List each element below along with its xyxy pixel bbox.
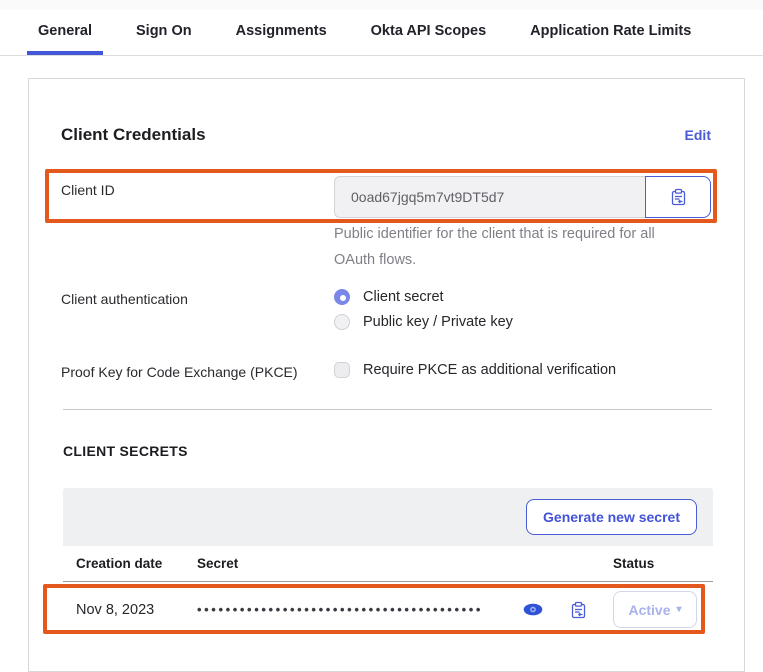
generate-new-secret-button[interactable]: Generate new secret xyxy=(526,499,697,535)
tab-bar: General Sign On Assignments Okta API Sco… xyxy=(0,10,763,56)
clipboard-icon xyxy=(570,601,587,619)
radio-option-label: Public key / Private key xyxy=(363,314,513,330)
section-title-client-secrets: CLIENT SECRETS xyxy=(63,443,188,459)
edit-link[interactable]: Edit xyxy=(685,127,711,143)
status-dropdown-button[interactable]: Active ▾ xyxy=(613,591,697,628)
radio-unselected-icon[interactable] xyxy=(334,314,350,330)
chevron-down-icon: ▾ xyxy=(677,604,682,615)
table-toolbar: Generate new secret xyxy=(63,488,713,546)
status-label: Active xyxy=(628,602,670,618)
eye-icon[interactable] xyxy=(523,603,543,616)
table-row: Nov 8, 2023 ••••••••••••••••••••••••••••… xyxy=(63,582,713,637)
pkce-option-label: Require PKCE as additional verification xyxy=(363,362,616,378)
radio-option-client-secret[interactable]: Client secret xyxy=(334,289,513,305)
client-id-label: Client ID xyxy=(61,182,115,198)
radio-option-label: Client secret xyxy=(363,289,444,305)
copy-client-id-button[interactable] xyxy=(645,176,711,218)
section-title-client-credentials: Client Credentials xyxy=(61,125,206,145)
cell-creation-date: Nov 8, 2023 xyxy=(76,602,197,618)
tab-okta-api-scopes[interactable]: Okta API Scopes xyxy=(360,10,498,55)
client-id-help-text: Public identifier for the client that is… xyxy=(334,221,674,273)
client-authentication-options: Client secret Public key / Private key xyxy=(334,289,513,330)
cell-status: Active ▾ xyxy=(613,591,713,628)
okta-app-settings-page: General Sign On Assignments Okta API Sco… xyxy=(0,0,763,672)
masked-secret-value: •••••••••••••••••••••••••••••••••••••••• xyxy=(197,602,519,617)
copy-secret-button[interactable] xyxy=(570,601,587,619)
clipboard-icon xyxy=(670,188,687,206)
pkce-option[interactable]: Require PKCE as additional verification xyxy=(334,362,616,378)
header-creation-date: Creation date xyxy=(76,556,197,571)
client-id-input[interactable] xyxy=(334,176,646,218)
header-status: Status xyxy=(613,556,713,571)
table-header-row: Creation date Secret Status xyxy=(63,546,713,582)
client-id-input-group xyxy=(334,176,711,218)
top-strip xyxy=(0,0,763,10)
tab-sign-on[interactable]: Sign On xyxy=(125,10,203,55)
radio-selected-icon[interactable] xyxy=(334,289,350,305)
cell-secret: •••••••••••••••••••••••••••••••••••••••• xyxy=(197,601,613,619)
pkce-checkbox[interactable] xyxy=(334,362,350,378)
client-authentication-label: Client authentication xyxy=(61,291,188,307)
tab-application-rate-limits[interactable]: Application Rate Limits xyxy=(519,10,702,55)
radio-option-public-private-key[interactable]: Public key / Private key xyxy=(334,314,513,330)
pkce-label: Proof Key for Code Exchange (PKCE) xyxy=(61,364,298,380)
client-secrets-table: Generate new secret Creation date Secret… xyxy=(63,488,713,637)
header-secret: Secret xyxy=(197,556,613,571)
client-credentials-card: Client Credentials Edit Client ID Public… xyxy=(28,78,745,672)
section-divider xyxy=(63,409,712,410)
tab-general[interactable]: General xyxy=(27,10,103,55)
tab-assignments[interactable]: Assignments xyxy=(225,10,338,55)
